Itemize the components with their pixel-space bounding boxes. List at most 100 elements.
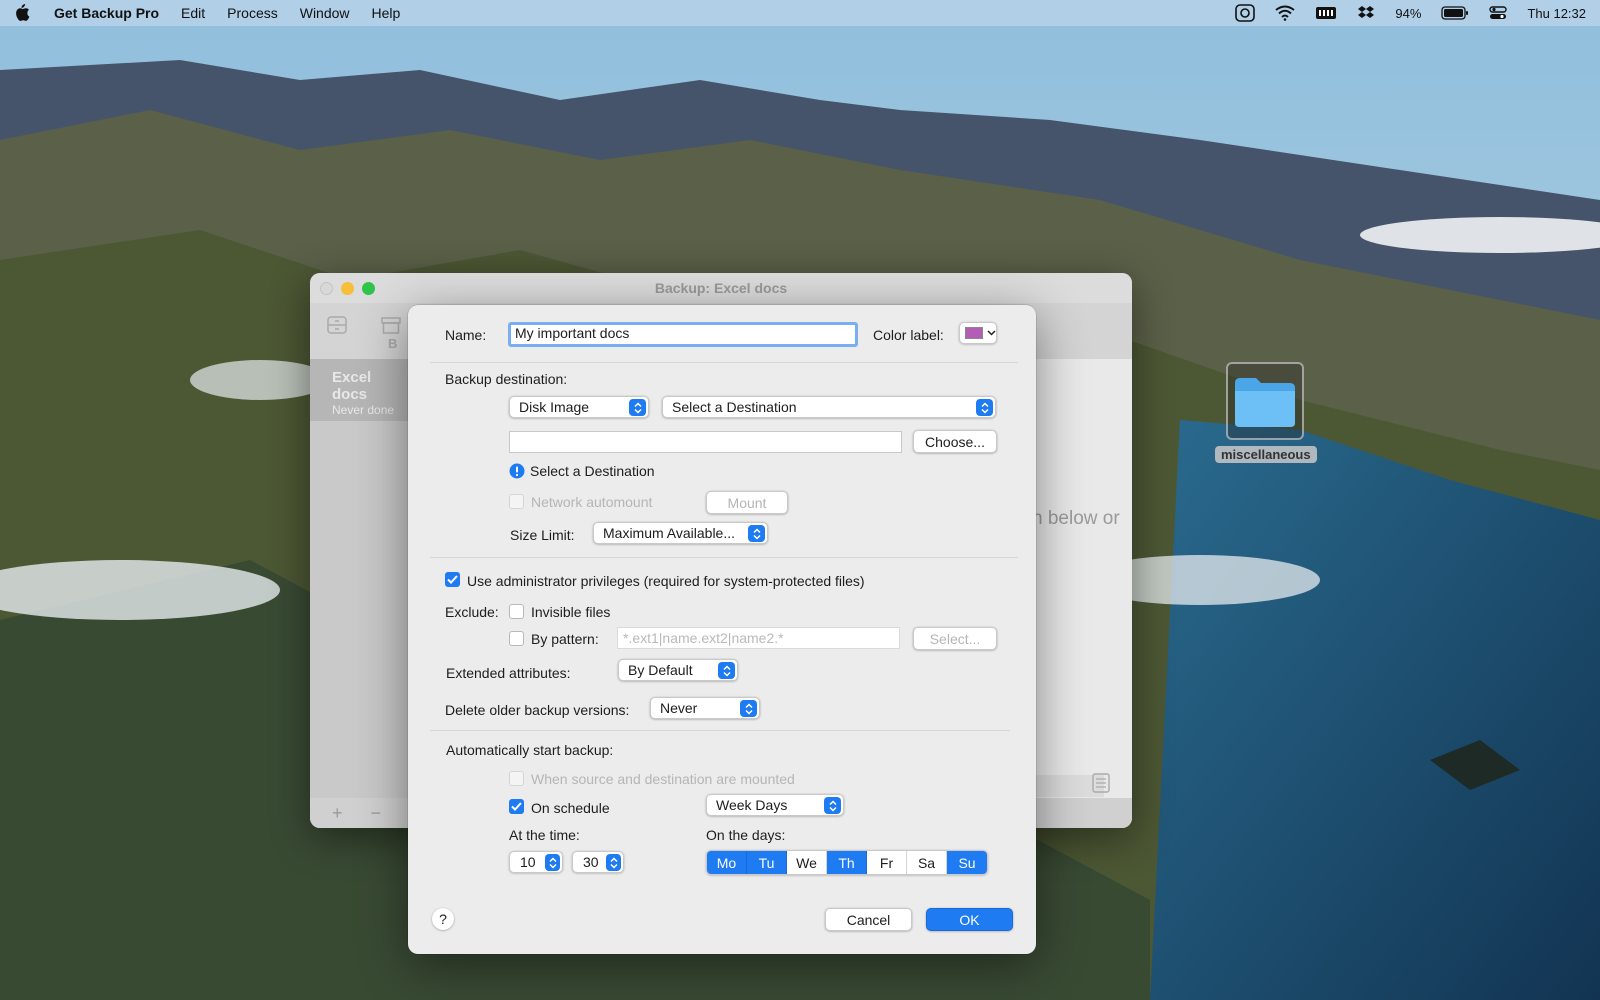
exclude-label: Exclude: [445,604,499,620]
choose-button[interactable]: Choose... [913,430,997,453]
backup-list-item[interactable]: Excel docs Never done [310,359,410,421]
backup-item-status: Never done [332,403,395,417]
updown-arrows-icon [976,399,993,416]
size-limit-label: Size Limit: [510,527,575,543]
color-swatch [965,327,983,339]
menu-bar: Get Backup Pro Edit Process Window Help … [0,0,1600,26]
select-pattern-button[interactable]: Select... [913,627,997,650]
remove-backup-icon[interactable]: − [371,803,382,824]
day-wednesday[interactable]: We [787,851,827,874]
app-menu[interactable]: Get Backup Pro [54,5,159,21]
by-pattern-label: By pattern: [531,631,599,647]
backup-destination-label: Backup destination: [445,371,568,387]
menu-process[interactable]: Process [227,5,278,21]
chevron-down-icon [987,330,996,336]
schedule-type-value: Week Days [716,797,788,813]
mount-button[interactable]: Mount [706,491,788,514]
color-label-picker[interactable] [959,322,997,344]
menu-window[interactable]: Window [300,5,350,21]
by-pattern-checkbox[interactable] [509,631,524,646]
cancel-button[interactable]: Cancel [825,908,912,931]
day-tuesday[interactable]: Tu [747,851,787,874]
size-limit-value: Maximum Available... [603,525,736,541]
minute-stepper[interactable]: 30 [572,851,624,873]
extended-attributes-popup[interactable]: By Default [618,659,738,681]
menu-help[interactable]: Help [372,5,401,21]
minute-value: 30 [583,854,599,870]
wifi-icon[interactable] [1275,5,1296,21]
folder-label: miscellaneous [1215,446,1317,463]
screenshot-icon[interactable] [1235,4,1256,22]
toolbar-backup-icon[interactable] [310,309,364,341]
when-mounted-checkbox[interactable] [509,771,524,786]
folder-icon [1226,362,1304,440]
destination-warning-text: Select a Destination [530,463,655,479]
day-monday[interactable]: Mo [707,851,747,874]
backup-item-title: Excel docs [332,369,372,403]
updown-arrows-icon [748,525,765,542]
toolbar-label-partial: B [388,336,398,351]
day-saturday[interactable]: Sa [907,851,947,874]
desktop-folder[interactable]: miscellaneous [1215,362,1317,463]
delete-older-popup[interactable]: Never [650,697,760,719]
updown-arrows-icon[interactable] [606,854,621,871]
clock[interactable]: Thu 12:32 [1527,6,1586,21]
hour-stepper[interactable]: 10 [509,851,563,873]
battery-icon[interactable] [1441,6,1469,20]
network-automount-checkbox[interactable] [509,494,524,509]
backup-settings-sheet: Name: My important docs Color label: Bac… [408,305,1036,954]
ok-button[interactable]: OK [926,908,1013,931]
day-thursday[interactable]: Th [827,851,867,874]
menu-edit[interactable]: Edit [181,5,205,21]
warning-icon [509,463,525,482]
separator [430,730,1010,731]
day-sunday[interactable]: Su [947,851,987,874]
memory-icon[interactable] [1315,5,1337,21]
delete-older-value: Never [660,700,698,716]
destination-type-popup[interactable]: Disk Image [509,396,649,418]
schedule-type-popup[interactable]: Week Days [706,794,844,816]
separator [430,557,1018,558]
network-automount-label: Network automount [531,494,653,510]
pattern-placeholder: *.ext1|name.ext2|name2.* [623,630,784,646]
color-label-label: Color label: [873,327,944,343]
day-friday[interactable]: Fr [867,851,907,874]
name-field-value: My important docs [515,325,630,341]
on-days-label: On the days: [706,827,786,843]
apple-menu-icon[interactable] [14,4,32,22]
updown-arrows-icon [629,399,646,416]
checkmark-icon [511,802,522,811]
name-label: Name: [445,327,487,343]
window-title: Backup: Excel docs [654,280,788,296]
control-center-icon[interactable] [1489,5,1508,21]
window-hint-text: n below or [1032,508,1120,529]
size-limit-popup[interactable]: Maximum Available... [593,522,768,544]
help-button[interactable]: ? [432,908,454,930]
delete-older-label: Delete older backup versions: [445,702,630,718]
add-backup-icon[interactable]: + [332,803,343,824]
updown-arrows-icon [740,700,757,717]
on-schedule-label: On schedule [531,800,610,816]
auto-start-label: Automatically start backup: [446,742,614,758]
document-icon[interactable] [1092,773,1110,796]
on-schedule-checkbox[interactable] [509,799,524,814]
destination-select-popup[interactable]: Select a Destination [662,396,996,418]
invisible-files-label: Invisible files [531,604,611,620]
dropbox-icon[interactable] [1357,5,1375,21]
destination-path-field[interactable] [509,431,902,453]
window-titlebar: Backup: Excel docs [310,273,1132,303]
destination-select-value: Select a Destination [672,399,797,415]
pattern-field[interactable]: *.ext1|name.ext2|name2.* [617,627,900,649]
separator [430,362,1018,363]
name-field[interactable]: My important docs [508,322,858,347]
battery-percent: 94% [1395,5,1422,21]
updown-arrows-icon [718,662,735,679]
checkmark-icon [447,575,458,584]
destination-type-value: Disk Image [519,399,590,415]
at-time-label: At the time: [509,827,580,843]
invisible-files-checkbox[interactable] [509,604,524,619]
updown-arrows-icon[interactable] [545,854,560,871]
admin-privileges-checkbox[interactable] [445,572,460,587]
weekday-selector: Mo Tu We Th Fr Sa Su [706,850,988,875]
admin-privileges-label: Use administrator privileges (required f… [467,573,865,589]
